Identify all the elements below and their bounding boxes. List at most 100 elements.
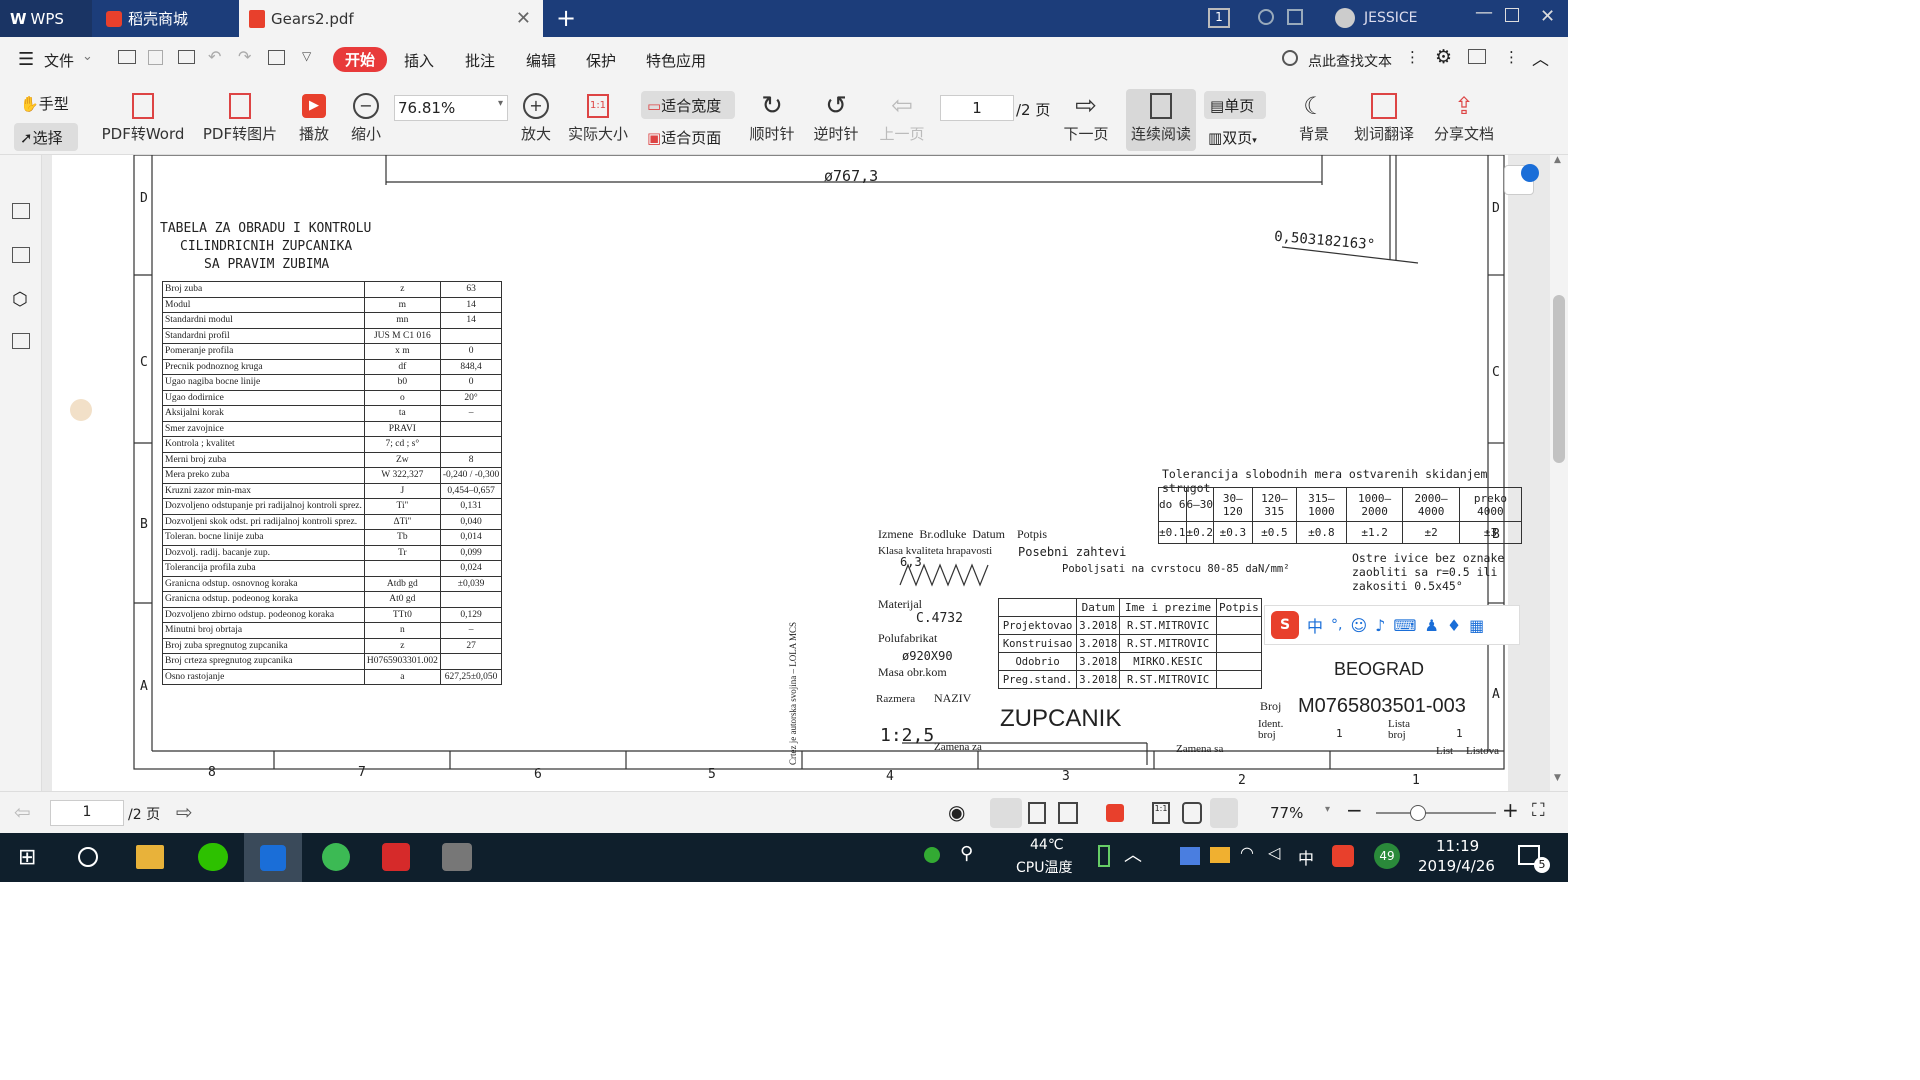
grid-icon[interactable]: ▦: [1469, 616, 1484, 635]
menu-start[interactable]: 开始: [333, 47, 388, 72]
fit-width-button[interactable]: ▭适合宽度: [641, 91, 735, 119]
undo-icon[interactable]: ↶: [208, 47, 221, 66]
export-icon[interactable]: [268, 50, 285, 65]
more-vert-icon[interactable]: ⋮: [1504, 48, 1519, 66]
zoom-plus-icon[interactable]: +: [1502, 798, 1519, 822]
prev-page-button[interactable]: ⇦ 上一页: [876, 89, 928, 144]
menu-annotate[interactable]: 批注: [465, 50, 495, 71]
outline-icon[interactable]: [12, 203, 30, 219]
chevron-up-icon[interactable]: ︿: [1124, 841, 1142, 867]
translate-button[interactable]: 划词翻译: [1350, 89, 1418, 144]
menu-special[interactable]: 特色应用: [646, 50, 706, 71]
volume-icon[interactable]: ◁: [1268, 843, 1280, 862]
share-button[interactable]: ⇪ 分享文档: [1430, 89, 1498, 144]
open-folder-icon[interactable]: [118, 50, 136, 64]
tab-gears-pdf[interactable]: Gears2.pdf ✕: [239, 0, 543, 37]
mail-icon[interactable]: [1210, 847, 1230, 863]
close-window-icon[interactable]: ✕: [1540, 6, 1555, 27]
zoom-minus-icon[interactable]: −: [1346, 798, 1363, 822]
user-icon[interactable]: ♟: [1424, 616, 1438, 635]
chevron-down-icon[interactable]: ⌄: [82, 49, 93, 64]
fullscreen-icon[interactable]: ⛶: [1532, 800, 1545, 821]
fit-width-icon[interactable]: [1210, 798, 1238, 828]
hand-tool[interactable]: ✋手型: [20, 93, 69, 114]
actual-size-button[interactable]: 1:1 实际大小: [566, 89, 630, 144]
actual-size-icon[interactable]: 1:1: [1152, 802, 1170, 824]
windows-start-icon[interactable]: ⊞: [18, 845, 36, 870]
play-icon[interactable]: [1106, 804, 1124, 822]
comment-icon[interactable]: [1468, 49, 1486, 64]
menu-insert[interactable]: 插入: [404, 50, 434, 71]
background-button[interactable]: ☾ 背景: [1288, 89, 1340, 144]
menu-protect[interactable]: 保护: [586, 50, 616, 71]
app-icon[interactable]: [442, 843, 472, 871]
next-page-button[interactable]: ⇨ 下一页: [1060, 89, 1112, 144]
wechat-icon[interactable]: [198, 843, 228, 871]
eye-icon[interactable]: ◉: [948, 800, 965, 824]
attachment-icon[interactable]: [12, 333, 30, 349]
more-icon[interactable]: ▽: [302, 49, 311, 63]
tray-badge[interactable]: 49: [1374, 843, 1400, 869]
continuous-read-button[interactable]: 连续阅读: [1126, 89, 1196, 151]
user-name[interactable]: JESSICE: [1364, 10, 1418, 26]
people-icon[interactable]: ⚲: [960, 843, 973, 864]
status-zoom[interactable]: 77%: [1270, 804, 1303, 822]
battery-icon[interactable]: [1098, 845, 1110, 867]
scroll-up-icon[interactable]: ▲: [1554, 155, 1561, 165]
ime-toolbar[interactable]: S 中 °, ☺ ♪ ⌨ ♟ ♦ ▦: [1264, 605, 1520, 645]
shirt-icon[interactable]: [1287, 9, 1303, 25]
thumbnail-icon[interactable]: [12, 247, 30, 263]
mic-icon[interactable]: ♪: [1375, 616, 1385, 635]
tab-wps[interactable]: W WPS: [0, 0, 92, 37]
emoji-icon[interactable]: ☺: [1350, 616, 1367, 635]
pdf-to-image-button[interactable]: PDF转图片: [200, 89, 280, 144]
zoom-select[interactable]: 76.81% ▾: [394, 95, 508, 121]
youdao-icon[interactable]: [382, 843, 410, 871]
tab-docer[interactable]: 稻壳商城: [96, 0, 236, 37]
punct-icon[interactable]: °,: [1331, 617, 1342, 633]
zoom-slider-thumb[interactable]: [1410, 805, 1426, 821]
chevron-down-icon[interactable]: ▾: [1325, 804, 1330, 815]
double-page-button[interactable]: ▥双页▾: [1208, 127, 1257, 148]
save-icon[interactable]: [148, 50, 163, 65]
select-tool[interactable]: ➚选择: [14, 123, 78, 151]
new-tab-icon[interactable]: +: [556, 4, 576, 32]
keyboard-icon[interactable]: ⌨: [1393, 616, 1416, 635]
menu-file[interactable]: 文件: [44, 50, 74, 71]
rotate-ccw-button[interactable]: ↺ 逆时针: [810, 89, 862, 144]
wps-taskbar-button[interactable]: [244, 833, 302, 882]
tray-cube-icon[interactable]: [1180, 847, 1200, 865]
cortana-icon[interactable]: [78, 847, 98, 867]
continuous-view-icon[interactable]: [990, 798, 1022, 828]
pdf-to-word-button[interactable]: PDF转Word: [98, 89, 188, 144]
zoom-in-button[interactable]: + 放大: [516, 89, 556, 144]
play-button[interactable]: ▶ 播放: [294, 89, 334, 144]
fit-page-button[interactable]: ▣适合页面: [647, 127, 721, 148]
single-view-icon[interactable]: [1028, 802, 1046, 824]
zoom-out-button[interactable]: − 缩小: [346, 89, 386, 144]
redo-icon[interactable]: ↷: [238, 47, 251, 66]
clock-time[interactable]: 11:19: [1436, 837, 1479, 855]
document-area[interactable]: ø767,3 0,503182163° D C B A D C B A 8 7 …: [42, 155, 1550, 791]
collapse-ribbon-icon[interactable]: ︿: [1532, 45, 1549, 70]
gear-icon[interactable]: ⚙: [1435, 46, 1452, 68]
file-explorer-icon[interactable]: [136, 845, 164, 869]
close-tab-icon[interactable]: ✕: [516, 8, 531, 29]
search-text[interactable]: 点此查找文本: [1308, 51, 1392, 71]
sogou-tray-icon[interactable]: [1332, 845, 1354, 867]
browser-icon[interactable]: [322, 843, 350, 871]
status-page-input[interactable]: 1: [50, 800, 124, 826]
minimize-icon[interactable]: —: [1475, 2, 1493, 23]
avatar[interactable]: [1335, 8, 1355, 28]
more-vert-icon[interactable]: ⋮: [1405, 48, 1420, 66]
input-lang[interactable]: 中: [1298, 845, 1314, 869]
ime-lang[interactable]: 中: [1307, 613, 1323, 637]
rotate-cw-button[interactable]: ↻ 顺时针: [746, 89, 798, 144]
scroll-down-icon[interactable]: ▼: [1554, 773, 1561, 783]
prev-arrow-icon[interactable]: ⇦: [14, 800, 31, 824]
search-icon[interactable]: [1282, 50, 1298, 66]
bookmark-icon[interactable]: ⬡: [12, 289, 28, 310]
scrollbar-thumb[interactable]: [1553, 295, 1565, 463]
zoom-slider[interactable]: [1376, 805, 1496, 821]
print-icon[interactable]: [178, 50, 195, 64]
